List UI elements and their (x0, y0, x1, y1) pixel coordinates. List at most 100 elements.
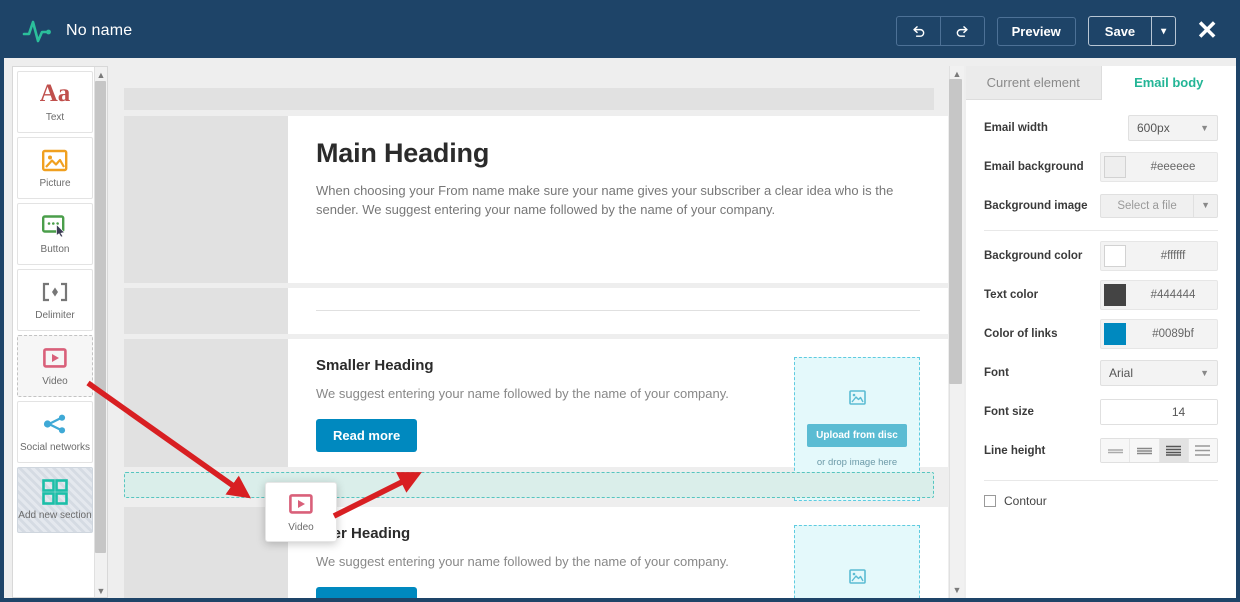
property-color-of-links: Color of links #0089bf (966, 314, 1236, 353)
chevron-down-icon[interactable]: ▼ (1193, 194, 1217, 217)
font-size-input[interactable] (1101, 399, 1217, 424)
top-actions: Preview Save ▾ ✕ (895, 16, 1236, 46)
sidebar-item-picture[interactable]: Picture (17, 137, 93, 199)
font-family-select[interactable]: Arial ▼ (1100, 359, 1218, 386)
canvas-scroll-thumb[interactable] (949, 79, 962, 384)
text-aa-icon: Aa (39, 80, 71, 107)
panel-divider (984, 230, 1218, 231)
property-label: Email background (984, 160, 1084, 173)
property-label: Email width (984, 121, 1048, 134)
text-color-field[interactable]: #444444 (1100, 279, 1218, 310)
sidebar-item-label: Text (45, 112, 65, 123)
delimiter-line (316, 310, 920, 311)
property-email-width: Email width 600px ▼ (966, 108, 1236, 147)
picture-icon (42, 147, 68, 173)
property-label: Text color (984, 288, 1039, 301)
undo-button[interactable] (897, 17, 940, 45)
tab-email-body[interactable]: Email body (1101, 66, 1236, 100)
canvas-rail-left-2 (124, 288, 288, 334)
undo-arrow-icon (912, 25, 924, 37)
sidebar-item-social-networks[interactable]: Social networks (17, 401, 93, 463)
font-size-stepper[interactable]: px (1100, 398, 1218, 425)
read-more-button-2[interactable]: Read more (316, 587, 418, 598)
video-drop-target[interactable] (124, 472, 934, 498)
color-swatch[interactable] (1104, 283, 1126, 306)
sidebar-item-button[interactable]: Button (17, 203, 93, 265)
property-text-color: Text color #444444 (966, 275, 1236, 314)
color-value: #444444 (1150, 288, 1196, 301)
line-height-snug-icon (1136, 447, 1152, 454)
color-swatch[interactable] (1104, 322, 1126, 345)
color-value: #0089bf (1152, 327, 1194, 340)
background-color-field[interactable]: #ffffff (1100, 240, 1218, 271)
sidebar-item-add-new-section[interactable]: Add new section (17, 467, 93, 533)
panel-tabs: Current element Email body (966, 66, 1236, 100)
email-builder-window: No name Preview Save ▾ ✕ Aa Text Picture… (0, 0, 1240, 602)
line-height-option-1[interactable] (1101, 439, 1131, 462)
email-block-delimiter[interactable] (288, 288, 948, 334)
link-color-field[interactable]: #0089bf (1100, 318, 1218, 349)
preview-button[interactable]: Preview (996, 16, 1076, 46)
select-value: 600px (1137, 120, 1170, 135)
smaller-heading-text-2: aller Heading (316, 525, 411, 542)
tab-current-element[interactable]: Current element (966, 66, 1102, 100)
chevron-up-icon[interactable]: ▲ (97, 69, 106, 81)
properties-panel: Current element Email body Email width 6… (966, 66, 1236, 598)
property-background-color: Background color #ffffff (966, 236, 1236, 275)
video-drag-ghost[interactable]: Video (265, 482, 337, 542)
drag-ghost-label: Video (288, 522, 314, 533)
property-label: Font (984, 366, 1009, 379)
email-block-main-heading[interactable]: Main Heading When choosing your From nam… (288, 116, 948, 283)
email-canvas: Main Heading When choosing your From nam… (114, 66, 964, 598)
sidebar-item-label: Picture (39, 178, 71, 189)
pulse-line-logo-icon (22, 17, 56, 45)
color-swatch[interactable] (1104, 155, 1126, 178)
read-more-button[interactable]: Read more (316, 419, 418, 452)
property-line-height: Line height (966, 431, 1236, 470)
close-x-icon[interactable]: ✕ (1188, 17, 1222, 46)
brand-area: No name (4, 17, 132, 45)
save-button[interactable]: Save (1089, 17, 1151, 45)
background-image-file-select[interactable]: Select a file ▼ (1100, 193, 1218, 218)
sidebar-item-text[interactable]: Aa Text (17, 71, 93, 133)
undo-redo-group (895, 16, 985, 46)
save-button-group: Save ▾ (1087, 16, 1177, 46)
property-label: Line height (984, 444, 1046, 457)
image-dropzone-2[interactable]: Upload from disc (794, 525, 920, 598)
save-dropdown-caret-icon[interactable]: ▾ (1151, 17, 1175, 45)
sidebar-item-label: Delimiter (35, 310, 75, 321)
property-contour: Contour (966, 486, 1236, 516)
email-width-select[interactable]: 600px ▼ (1128, 114, 1218, 141)
tab-label: Email body (1134, 75, 1204, 90)
chevron-down-icon[interactable]: ▼ (953, 584, 962, 596)
panel-divider-2 (984, 480, 1218, 481)
chevron-down-icon[interactable]: ▼ (97, 585, 106, 597)
property-email-background: Email background #eeeeee (966, 147, 1236, 186)
share-nodes-icon (42, 411, 68, 437)
line-height-option-2[interactable] (1130, 439, 1160, 462)
email-background-color-field[interactable]: #eeeeee (1100, 151, 1218, 182)
image-placeholder-icon (848, 390, 866, 410)
upload-from-disc-button[interactable]: Upload from disc (807, 424, 907, 447)
chevron-down-icon: ▼ (1200, 122, 1209, 133)
smaller-heading-text: Smaller Heading (316, 357, 434, 374)
main-heading-text: Main Heading (316, 138, 490, 168)
select-value: Arial (1109, 365, 1134, 380)
sidebar-item-label: Button (40, 244, 70, 255)
sidebar-item-video[interactable]: Video (17, 335, 93, 397)
contour-checkbox[interactable] (984, 495, 996, 507)
redo-button[interactable] (939, 17, 984, 45)
sidebar-item-delimiter[interactable]: Delimiter (17, 269, 93, 331)
line-height-option-3[interactable] (1159, 439, 1189, 462)
line-height-option-4[interactable] (1188, 439, 1217, 462)
line-height-loose-icon (1195, 445, 1211, 456)
color-swatch[interactable] (1104, 244, 1126, 267)
email-block-smaller-heading-2[interactable]: aller Heading We suggest entering your n… (288, 507, 948, 598)
sidebar-item-label: Add new section (18, 510, 92, 521)
color-value: #ffffff (1160, 249, 1186, 262)
property-label: Font size (984, 405, 1034, 418)
property-label: Background image (984, 199, 1088, 212)
sidebar-scroll-thumb[interactable] (95, 81, 106, 553)
property-label: Color of links (984, 327, 1058, 340)
email-block-smaller-heading[interactable]: Smaller Heading We suggest entering your… (288, 339, 948, 501)
